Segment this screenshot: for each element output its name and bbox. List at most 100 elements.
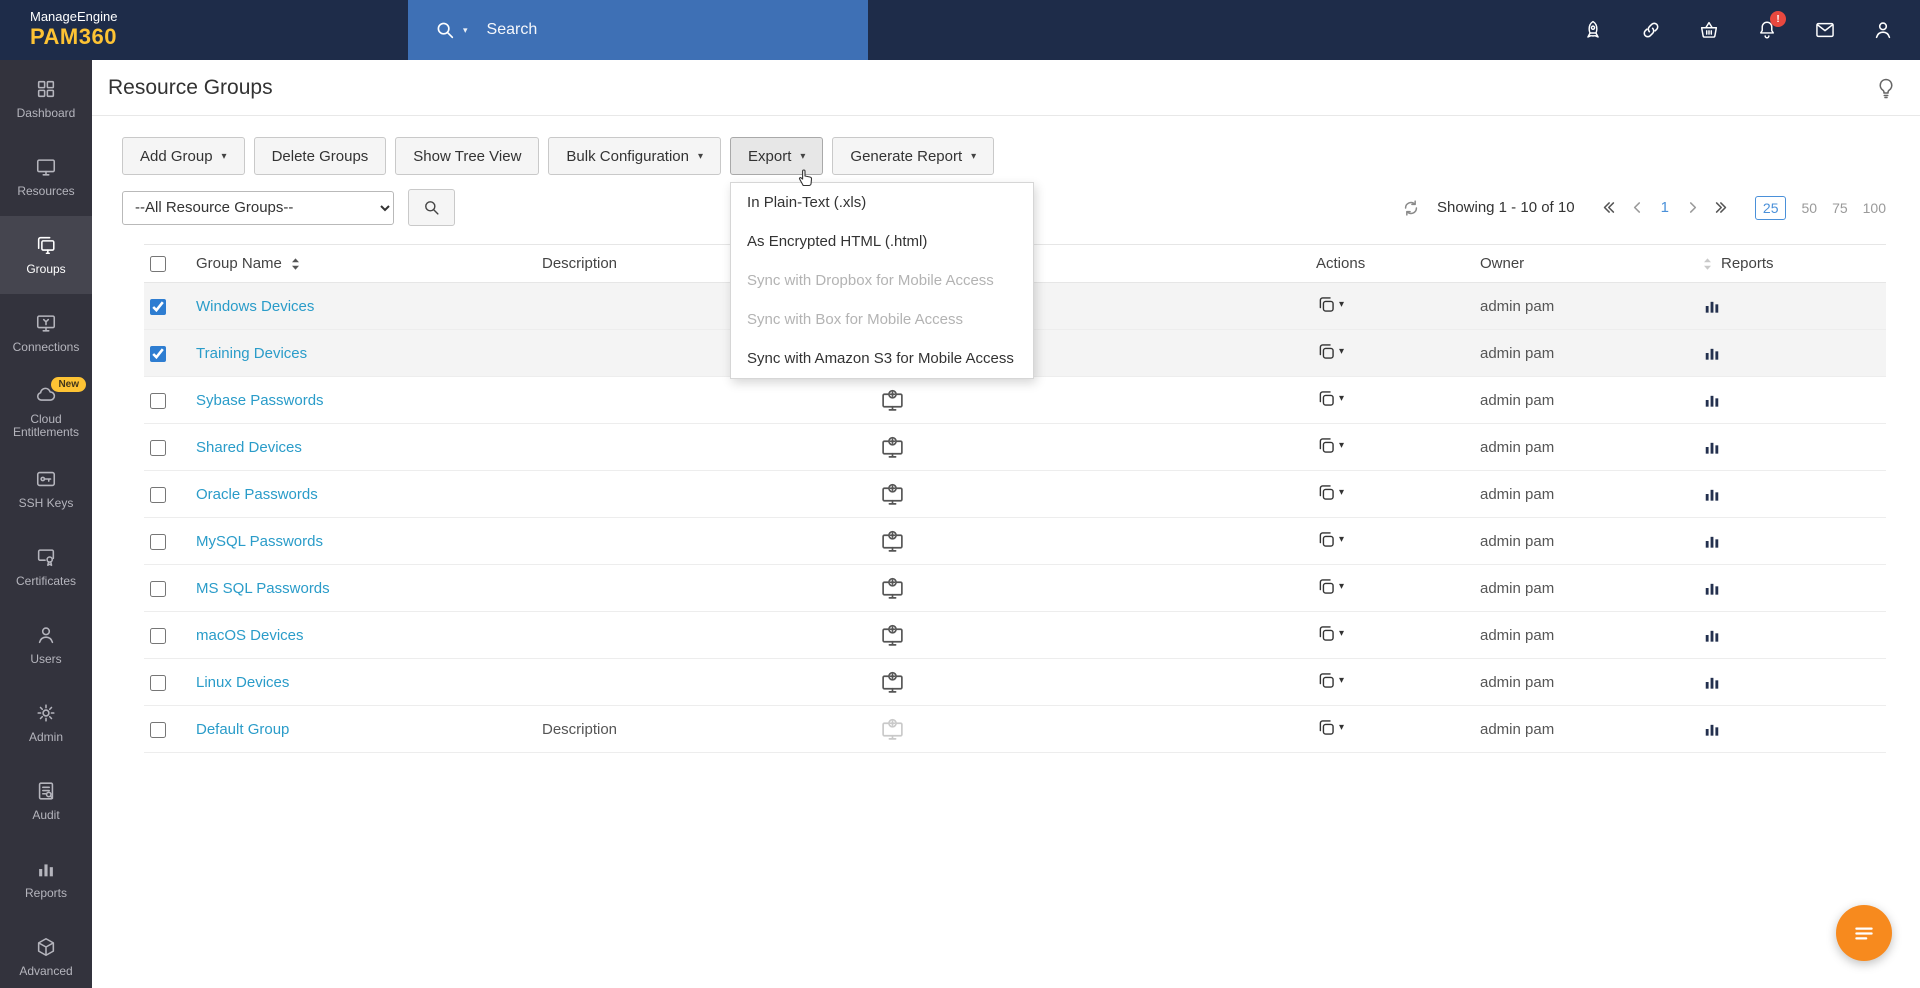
resource-actions-button[interactable]: ▾ [1316, 623, 1344, 644]
export-button[interactable]: Export ▾ [730, 137, 823, 175]
reports-chart-icon[interactable] [1702, 625, 1722, 645]
mail-icon[interactable] [1814, 19, 1836, 41]
group-name-link[interactable]: MS SQL Passwords [196, 580, 330, 597]
group-name-link[interactable]: Default Group [196, 721, 289, 738]
reports-chart-icon[interactable] [1702, 437, 1722, 457]
menu-item-plain-text-xls[interactable]: In Plain-Text (.xls) [731, 183, 1033, 222]
sidebar-item-certificates[interactable]: Certificates [0, 528, 92, 606]
add-resources-icon[interactable] [880, 482, 905, 507]
current-page-number[interactable]: 1 [1661, 199, 1669, 216]
export-label: Export [748, 148, 791, 165]
add-resources-icon[interactable] [880, 435, 905, 460]
store-basket-icon[interactable] [1698, 19, 1720, 41]
resource-actions-button[interactable]: ▾ [1316, 482, 1344, 503]
page-size-25[interactable]: 25 [1755, 196, 1787, 220]
sort-icon[interactable] [1702, 257, 1713, 271]
row-checkbox[interactable] [150, 346, 166, 362]
resource-actions-button[interactable]: ▾ [1316, 388, 1344, 409]
show-tree-view-button[interactable]: Show Tree View [395, 137, 539, 175]
notifications-button[interactable]: ! [1756, 19, 1778, 41]
filter-search-button[interactable] [408, 189, 455, 226]
resource-group-filter-select[interactable]: --All Resource Groups-- [122, 191, 394, 225]
row-owner: admin pam [1480, 706, 1690, 753]
stacked-windows-icon [1316, 435, 1337, 456]
last-page-icon[interactable] [1712, 199, 1729, 216]
sidebar-item-dashboard[interactable]: Dashboard [0, 60, 92, 138]
lightbulb-icon[interactable] [1874, 76, 1898, 100]
page-size-75[interactable]: 75 [1832, 200, 1848, 216]
link-icon[interactable] [1640, 19, 1662, 41]
page-size-100[interactable]: 100 [1863, 200, 1886, 216]
resource-actions-button[interactable]: ▾ [1316, 670, 1344, 691]
row-checkbox[interactable] [150, 393, 166, 409]
add-resources-icon[interactable] [880, 388, 905, 413]
sidebar-item-advanced[interactable]: Advanced [0, 918, 92, 988]
sidebar-item-admin[interactable]: Admin [0, 684, 92, 762]
floating-menu-button[interactable] [1836, 905, 1892, 961]
row-checkbox[interactable] [150, 440, 166, 456]
table-row: MS SQL Passwords ▾ admin pam [144, 565, 1886, 612]
reports-chart-icon[interactable] [1702, 343, 1722, 363]
resource-actions-button[interactable]: ▾ [1316, 341, 1344, 362]
account-icon[interactable] [1872, 19, 1894, 41]
group-name-link[interactable]: Training Devices [196, 345, 307, 362]
sort-icon[interactable] [290, 257, 301, 271]
sidebar-item-label: Cloud Entitlements [0, 413, 92, 439]
add-resources-icon[interactable] [880, 529, 905, 554]
reports-chart-icon[interactable] [1702, 484, 1722, 504]
group-name-link[interactable]: Sybase Passwords [196, 392, 324, 409]
resource-actions-button[interactable]: ▾ [1316, 294, 1344, 315]
column-group-name[interactable]: Group Name [196, 255, 282, 272]
menu-item-encrypted-html[interactable]: As Encrypted HTML (.html) [731, 222, 1033, 261]
add-resources-icon[interactable] [880, 623, 905, 648]
sidebar-item-groups[interactable]: Groups [0, 216, 92, 294]
global-search-input[interactable] [485, 20, 785, 40]
row-checkbox[interactable] [150, 628, 166, 644]
resource-actions-button[interactable]: ▾ [1316, 576, 1344, 597]
sidebar-item-cloud-entitlements[interactable]: New Cloud Entitlements [0, 372, 92, 450]
group-name-link[interactable]: Shared Devices [196, 439, 302, 456]
sidebar-item-connections[interactable]: Connections [0, 294, 92, 372]
row-checkbox[interactable] [150, 299, 166, 315]
previous-page-icon[interactable] [1629, 199, 1646, 216]
select-all-checkbox[interactable] [150, 256, 166, 272]
reports-chart-icon[interactable] [1702, 719, 1722, 739]
reports-chart-icon[interactable] [1702, 672, 1722, 692]
resource-actions-button[interactable]: ▾ [1316, 529, 1344, 550]
add-resources-icon[interactable] [880, 670, 905, 695]
add-group-button[interactable]: Add Group ▾ [122, 137, 245, 175]
group-name-link[interactable]: Windows Devices [196, 298, 314, 315]
resource-actions-button[interactable]: ▾ [1316, 435, 1344, 456]
search-scope-caret-icon[interactable]: ▾ [463, 25, 468, 36]
sidebar-item-reports[interactable]: Reports [0, 840, 92, 918]
reports-chart-icon[interactable] [1702, 296, 1722, 316]
refresh-icon[interactable] [1401, 198, 1421, 218]
sidebar-item-resources[interactable]: Resources [0, 138, 92, 216]
reports-chart-icon[interactable] [1702, 390, 1722, 410]
first-page-icon[interactable] [1601, 199, 1618, 216]
sidebar-item-audit[interactable]: Audit [0, 762, 92, 840]
row-checkbox[interactable] [150, 722, 166, 738]
row-checkbox[interactable] [150, 581, 166, 597]
bulk-configuration-button[interactable]: Bulk Configuration ▾ [548, 137, 721, 175]
generate-report-button[interactable]: Generate Report ▾ [832, 137, 994, 175]
sidebar-item-ssh-keys[interactable]: SSH Keys [0, 450, 92, 528]
row-checkbox[interactable] [150, 675, 166, 691]
add-resources-icon[interactable] [880, 576, 905, 601]
row-checkbox[interactable] [150, 534, 166, 550]
menu-item-sync-amazon-s3[interactable]: Sync with Amazon S3 for Mobile Access [731, 339, 1033, 378]
rocket-icon[interactable] [1582, 19, 1604, 41]
group-name-link[interactable]: Oracle Passwords [196, 486, 318, 503]
sidebar-item-users[interactable]: Users [0, 606, 92, 684]
row-checkbox[interactable] [150, 487, 166, 503]
reports-chart-icon[interactable] [1702, 531, 1722, 551]
page-size-50[interactable]: 50 [1801, 200, 1817, 216]
next-page-icon[interactable] [1684, 199, 1701, 216]
resource-actions-button[interactable]: ▾ [1316, 717, 1344, 738]
group-name-link[interactable]: macOS Devices [196, 627, 304, 644]
group-name-link[interactable]: MySQL Passwords [196, 533, 323, 550]
group-name-link[interactable]: Linux Devices [196, 674, 289, 691]
delete-groups-button[interactable]: Delete Groups [254, 137, 387, 175]
reports-chart-icon[interactable] [1702, 578, 1722, 598]
column-owner[interactable]: Owner [1480, 255, 1524, 272]
